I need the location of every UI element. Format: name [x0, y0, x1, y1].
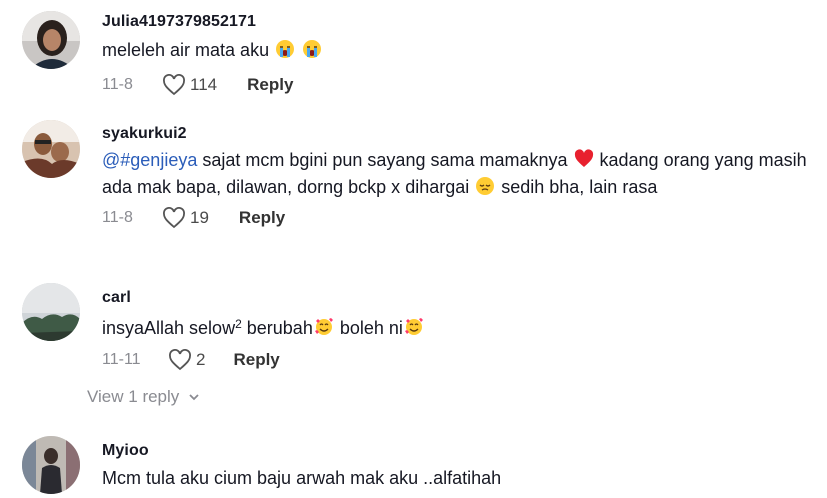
smiling-face-with-hearts-emoji	[314, 317, 334, 337]
chevron-down-icon	[189, 394, 199, 401]
comment-date: 11-8	[102, 209, 133, 226]
comment-text: @#genjieya sajat mcm bgini pun sayang sa…	[102, 149, 807, 197]
avatar[interactable]	[22, 11, 80, 69]
username[interactable]: carl	[102, 288, 807, 308]
username[interactable]: Julia4197379852171	[102, 12, 807, 32]
username[interactable]: Myioo	[102, 441, 807, 461]
like-button[interactable]: 19	[162, 207, 209, 229]
heart-outline-icon	[163, 207, 185, 229]
comment-meta: 11-11 2 Reply	[102, 348, 807, 372]
comment-date: 11-8	[102, 76, 133, 93]
view-replies-label: View 1 reply	[87, 387, 180, 406]
like-count: 19	[190, 208, 209, 227]
comment-meta: 11-8 19 Reply	[102, 206, 807, 230]
username[interactable]: syakurkui2	[102, 124, 807, 144]
avatar[interactable]	[22, 436, 80, 494]
like-button[interactable]: 2	[168, 349, 205, 371]
mention-link[interactable]: @#genjieya	[102, 150, 197, 170]
like-count: 114	[190, 75, 218, 94]
reply-button[interactable]: Reply	[247, 75, 293, 95]
reply-button[interactable]: Reply	[239, 208, 285, 228]
crying-face-emoji	[302, 39, 322, 59]
crying-face-emoji	[275, 39, 295, 59]
heart-outline-icon	[169, 349, 191, 371]
avatar[interactable]	[22, 120, 80, 178]
red-heart-emoji	[574, 149, 594, 169]
like-button[interactable]: 114	[162, 74, 217, 96]
heart-outline-icon	[163, 74, 185, 96]
comment-text: meleleh air mata aku	[102, 37, 807, 64]
comment-text: insyaAllah selow2 berubah boleh ni	[102, 311, 807, 342]
comment-date: 11-11	[102, 351, 141, 368]
reply-button[interactable]: Reply	[233, 350, 279, 370]
pensive-face-emoji	[475, 176, 495, 196]
comment-meta: 11-8 114 Reply	[102, 73, 807, 97]
like-count: 2	[196, 350, 206, 369]
view-replies-button[interactable]: View 1 reply	[87, 387, 201, 407]
smiling-face-with-hearts-emoji	[404, 317, 424, 337]
avatar[interactable]	[22, 283, 80, 341]
comment-text: Mcm tula aku cium baju arwah mak aku ..a…	[102, 468, 502, 488]
